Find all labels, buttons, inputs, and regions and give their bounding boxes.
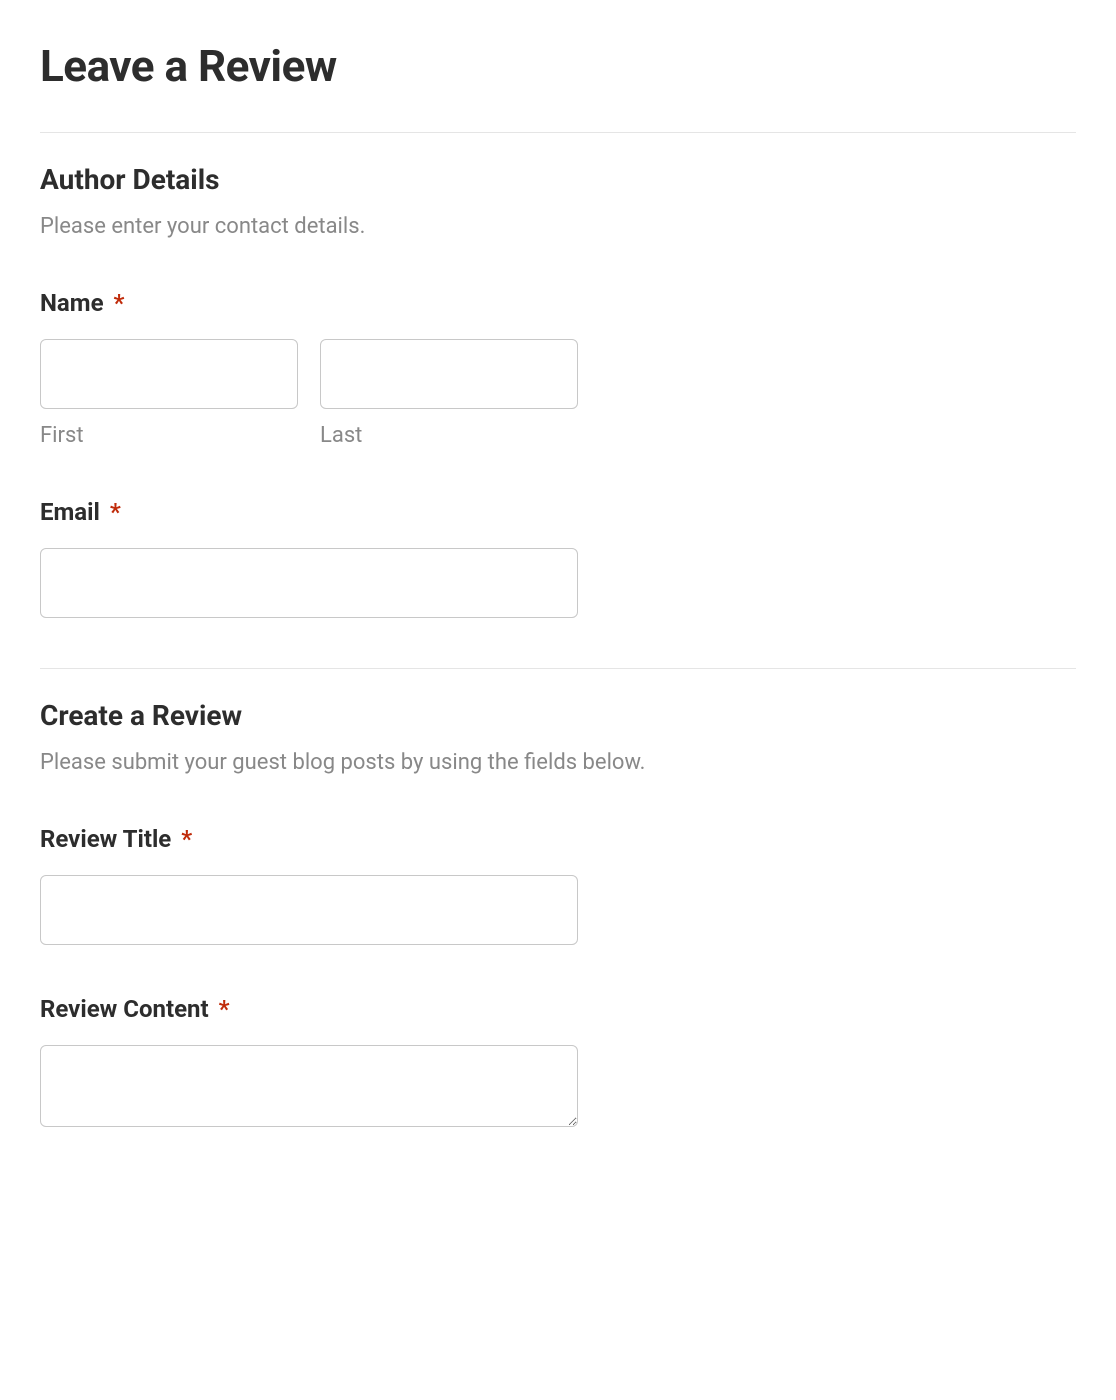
required-indicator: * [181, 825, 192, 853]
review-title-label-text: Review Title [40, 825, 171, 853]
review-content-field-group: Review Content * [40, 995, 1076, 1131]
email-label-text: Email [40, 498, 100, 526]
email-input[interactable] [40, 548, 578, 618]
name-label-text: Name [40, 289, 104, 317]
author-details-section: Author Details Please enter your contact… [40, 132, 1076, 668]
name-input-row: First Last [40, 339, 1076, 448]
last-name-sublabel: Last [320, 423, 578, 448]
name-label: Name * [40, 289, 1076, 317]
email-field-group: Email * [40, 498, 1076, 618]
last-name-input[interactable] [320, 339, 578, 409]
author-details-description: Please enter your contact details. [40, 214, 1076, 239]
name-field-group: Name * First Last [40, 289, 1076, 448]
create-review-heading: Create a Review [40, 699, 1076, 732]
create-review-section: Create a Review Please submit your guest… [40, 668, 1076, 1171]
required-indicator: * [110, 498, 121, 526]
review-title-label: Review Title * [40, 825, 1076, 853]
required-indicator: * [114, 289, 125, 317]
author-details-heading: Author Details [40, 163, 1076, 196]
review-content-input[interactable] [40, 1045, 578, 1127]
review-content-label: Review Content * [40, 995, 1076, 1023]
review-title-field-group: Review Title * [40, 825, 1076, 945]
last-name-column: Last [320, 339, 578, 448]
first-name-sublabel: First [40, 423, 298, 448]
first-name-input[interactable] [40, 339, 298, 409]
required-indicator: * [219, 995, 230, 1023]
create-review-description: Please submit your guest blog posts by u… [40, 750, 1076, 775]
first-name-column: First [40, 339, 298, 448]
review-content-label-text: Review Content [40, 995, 209, 1023]
review-title-input[interactable] [40, 875, 578, 945]
page-title: Leave a Review [40, 40, 1076, 92]
email-label: Email * [40, 498, 1076, 526]
